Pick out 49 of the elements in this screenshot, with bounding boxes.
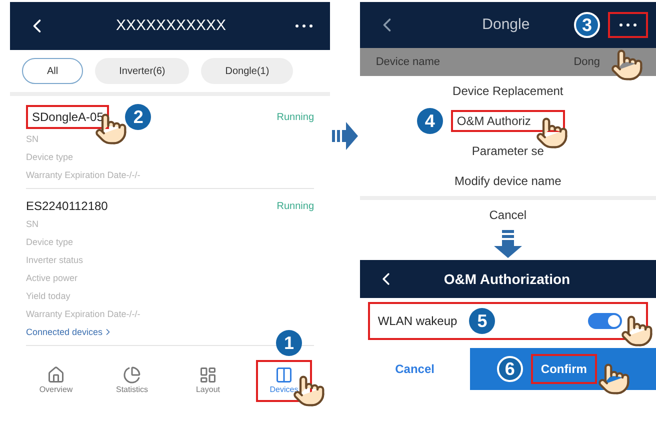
nav-tab[interactable]: Layout xyxy=(180,362,236,400)
row-value: Dong xyxy=(574,54,600,70)
device-field: Device type xyxy=(26,233,314,251)
nav-tab[interactable]: Statistics xyxy=(104,362,160,400)
device-field: Warranty Expiration Date-/-/- xyxy=(26,166,314,184)
filter-chip[interactable]: Dongle(1) xyxy=(201,58,294,84)
screen-title: Dongle xyxy=(482,14,530,35)
step-number: 5 xyxy=(469,308,496,334)
pointing-hand-icon xyxy=(620,314,654,348)
step-number: 4 xyxy=(416,108,443,134)
more-button[interactable] xyxy=(608,12,648,38)
status-text: Running xyxy=(276,110,314,124)
pointing-hand-icon xyxy=(534,116,569,150)
device-name[interactable]: ES2240112180 xyxy=(26,197,108,215)
device-field: Active power xyxy=(26,269,314,287)
step-number: 6 xyxy=(496,356,523,382)
filter-chip[interactable]: Inverter(6) xyxy=(95,58,190,84)
menu-item[interactable]: Device Replacement xyxy=(452,82,564,100)
down-arrow-icon xyxy=(492,230,523,258)
layout-icon xyxy=(199,366,217,384)
cancel-option[interactable]: Cancel xyxy=(489,200,527,230)
step-number: 3 xyxy=(574,12,600,38)
row-label: Device name xyxy=(376,54,440,70)
pie-chart-icon xyxy=(123,366,141,384)
menu-item[interactable]: Parameter se xyxy=(472,142,544,160)
setting-label: WLAN wakeup xyxy=(378,313,458,330)
step-number: 1 xyxy=(276,330,302,356)
confirm-button[interactable]: Confirm xyxy=(530,354,597,384)
right-arrow-icon xyxy=(332,122,358,150)
step-number: 2 xyxy=(125,104,152,130)
filter-chip[interactable]: All xyxy=(22,58,84,84)
more-icon[interactable] xyxy=(294,23,314,29)
device-field: Warranty Expiration Date-/-/- xyxy=(26,305,314,323)
device-field: Device type xyxy=(26,148,314,166)
device-field: Yield today xyxy=(26,287,314,305)
screen-title: O&M Authorization xyxy=(444,270,570,288)
toggle-switch[interactable] xyxy=(588,313,622,329)
menu-item[interactable]: Modify device name xyxy=(454,172,562,190)
device-field: SN xyxy=(26,130,314,148)
device-field: Inverter status xyxy=(26,251,314,269)
more-icon[interactable] xyxy=(618,22,638,28)
pointing-hand-icon xyxy=(596,362,631,396)
device-field: SN xyxy=(26,215,314,233)
devices-icon xyxy=(275,366,293,384)
screen-title: XXXXXXXXXXX xyxy=(116,16,226,36)
home-icon xyxy=(47,366,65,384)
status-text: Running xyxy=(276,200,314,214)
menu-item[interactable]: O&M Authoriz xyxy=(450,110,565,132)
nav-tab[interactable]: Overview xyxy=(28,362,84,400)
